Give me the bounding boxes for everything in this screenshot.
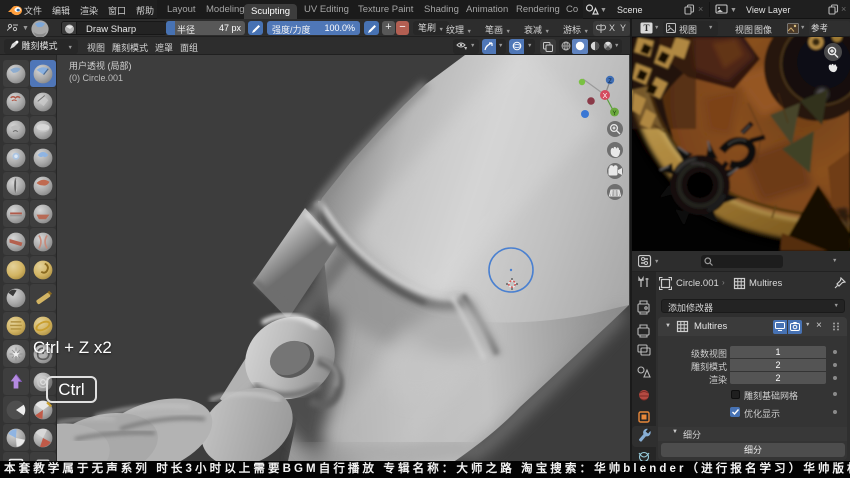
svg-text:X: X bbox=[603, 93, 608, 100]
svg-text:Z: Z bbox=[608, 79, 612, 85]
svg-text:T: T bbox=[643, 23, 649, 33]
svg-text:Y: Y bbox=[612, 111, 616, 117]
